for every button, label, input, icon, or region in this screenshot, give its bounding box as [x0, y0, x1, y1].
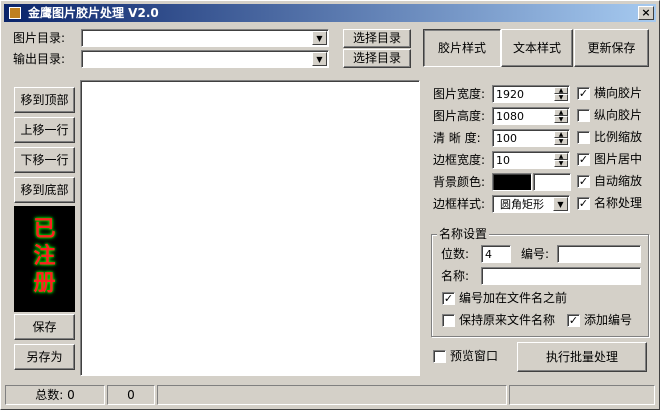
name-process-checkbox[interactable]: ✓ — [577, 197, 590, 210]
digits-label: 位数: — [441, 247, 470, 261]
output-dir-label: 输出目录: — [13, 52, 66, 66]
save-button[interactable]: 保存 — [14, 314, 75, 340]
image-dir-label: 图片目录: — [13, 31, 66, 45]
portrait-film-checkbox[interactable] — [577, 109, 590, 122]
border-style-combo[interactable]: 圆角矩形 ▼ — [492, 195, 570, 213]
number-label: 编号: — [521, 247, 550, 261]
landscape-film-label: 横向胶片 — [594, 86, 643, 100]
height-label: 图片高度: — [433, 109, 486, 123]
chevron-down-icon[interactable]: ▼ — [312, 31, 327, 45]
portrait-film-label: 纵向胶片 — [594, 108, 643, 122]
spin-down-icon[interactable]: ▼ — [554, 94, 568, 101]
spin-down-icon[interactable]: ▼ — [554, 138, 568, 145]
naming-group-title: 名称设置 — [437, 225, 490, 243]
add-number-label: 添加编号 — [584, 313, 633, 327]
clarity-spinner[interactable]: 100 ▲ ▼ — [492, 129, 570, 147]
main-window: 金鹰图片胶片处理 V2.0 × 图片目录: ▼ 选择目录 输出目录: ▼ 选择目… — [0, 0, 660, 410]
spin-up-icon[interactable]: ▲ — [554, 109, 568, 116]
close-button[interactable]: × — [638, 6, 654, 20]
clarity-label: 清 晰 度: — [433, 131, 481, 145]
preview-window-label: 预览窗口 — [450, 349, 499, 363]
move-bottom-button[interactable]: 移到底部 — [14, 177, 75, 203]
proportional-scale-checkbox[interactable] — [577, 131, 590, 144]
width-spinner[interactable]: 1920 ▲ ▼ — [492, 85, 570, 103]
height-spinner[interactable]: 1080 ▲ ▼ — [492, 107, 570, 125]
registered-badge: 已 注 册 — [14, 206, 75, 312]
status-count: 0 — [107, 385, 155, 405]
preview-window-checkbox[interactable] — [433, 350, 446, 363]
number-before-name-label: 编号加在文件名之前 — [459, 291, 568, 305]
tab-text-style[interactable]: 文本样式 — [501, 29, 573, 67]
chevron-down-icon[interactable]: ▼ — [553, 197, 568, 211]
chevron-down-icon[interactable]: ▼ — [312, 52, 327, 66]
select-image-dir-button[interactable]: 选择目录 — [343, 29, 411, 48]
window-title: 金鹰图片胶片处理 V2.0 — [28, 6, 159, 20]
number-input[interactable] — [557, 245, 641, 263]
status-panel-right — [509, 385, 655, 405]
image-list[interactable] — [80, 80, 420, 376]
status-panel — [157, 385, 507, 405]
center-image-label: 图片居中 — [594, 152, 643, 166]
number-before-name-checkbox[interactable]: ✓ — [442, 292, 455, 305]
proportional-scale-label: 比例缩放 — [594, 130, 643, 144]
keep-name-label: 保持原来文件名称 — [459, 313, 556, 327]
border-width-spinner[interactable]: 10 ▲ ▼ — [492, 151, 570, 169]
name-input[interactable] — [481, 267, 641, 285]
width-label: 图片宽度: — [433, 87, 486, 101]
add-number-checkbox[interactable]: ✓ — [567, 314, 580, 327]
border-width-label: 边框宽度: — [433, 153, 486, 167]
center-image-checkbox[interactable]: ✓ — [577, 153, 590, 166]
save-as-button[interactable]: 另存为 — [14, 344, 75, 370]
select-output-dir-button[interactable]: 选择目录 — [343, 49, 411, 68]
spin-down-icon[interactable]: ▼ — [554, 116, 568, 123]
run-batch-button[interactable]: 执行批量处理 — [517, 342, 647, 372]
bg-color-picker[interactable] — [533, 173, 571, 191]
digits-input[interactable]: 4 — [481, 245, 511, 263]
spin-up-icon[interactable]: ▲ — [554, 131, 568, 138]
move-down-button[interactable]: 下移一行 — [14, 147, 75, 173]
image-dir-combo[interactable]: ▼ — [81, 29, 329, 47]
auto-scale-checkbox[interactable]: ✓ — [577, 175, 590, 188]
bg-color-swatch[interactable] — [492, 173, 532, 191]
bg-color-label: 背景颜色: — [433, 175, 486, 189]
app-icon — [9, 7, 21, 19]
name-process-label: 名称处理 — [594, 196, 643, 210]
border-style-label: 边框样式: — [433, 197, 486, 211]
move-top-button[interactable]: 移到顶部 — [14, 87, 75, 113]
status-total: 总数: 0 — [5, 385, 105, 405]
tab-update-save[interactable]: 更新保存 — [574, 29, 649, 67]
spin-down-icon[interactable]: ▼ — [554, 160, 568, 167]
title-bar: 金鹰图片胶片处理 V2.0 × — [4, 4, 656, 22]
spin-up-icon[interactable]: ▲ — [554, 153, 568, 160]
name-label: 名称: — [441, 269, 470, 283]
tab-film-style[interactable]: 胶片样式 — [423, 29, 501, 67]
move-up-button[interactable]: 上移一行 — [14, 117, 75, 143]
output-dir-combo[interactable]: ▼ — [81, 50, 329, 68]
auto-scale-label: 自动缩放 — [594, 174, 643, 188]
landscape-film-checkbox[interactable]: ✓ — [577, 87, 590, 100]
keep-name-checkbox[interactable] — [442, 314, 455, 327]
spin-up-icon[interactable]: ▲ — [554, 87, 568, 94]
